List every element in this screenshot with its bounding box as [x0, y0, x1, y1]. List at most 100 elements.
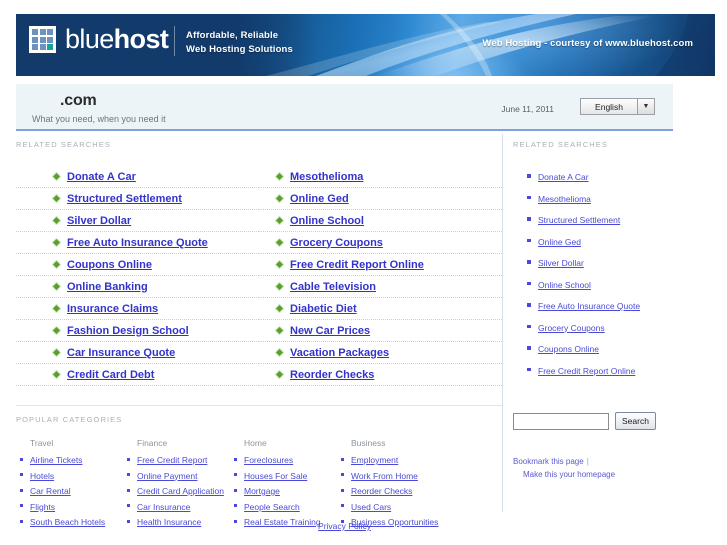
list-item[interactable]: Grocery Coupons	[513, 322, 699, 333]
category-title: Home	[244, 438, 267, 448]
list-item[interactable]: Car Insurance Quote	[16, 342, 259, 364]
list-item[interactable]: Vacation Packages	[259, 342, 502, 364]
related-link[interactable]: Online Ged	[290, 193, 349, 205]
category-link[interactable]: Flights	[30, 502, 55, 512]
related-link[interactable]: Fashion Design School	[67, 325, 189, 337]
related-link[interactable]: New Car Prices	[290, 325, 370, 337]
list-item[interactable]: Work From Home	[337, 470, 444, 481]
list-item[interactable]: Credit Card Application	[123, 485, 230, 496]
search-input[interactable]	[513, 412, 609, 430]
related-link[interactable]: Vacation Packages	[290, 347, 389, 359]
related-link[interactable]: Grocery Coupons	[290, 237, 383, 249]
list-item[interactable]: Airline Tickets	[16, 454, 123, 465]
related-link[interactable]: Car Insurance Quote	[67, 347, 175, 359]
sidebar-link[interactable]: Mesothelioma	[538, 194, 591, 204]
list-item[interactable]: Reorder Checks	[259, 364, 502, 386]
category-link[interactable]: Mortgage	[244, 486, 280, 496]
category-link[interactable]: Free Credit Report	[137, 455, 207, 465]
category-link[interactable]: Car Rental	[30, 486, 71, 496]
list-item[interactable]: Structured Settlement	[16, 188, 259, 210]
related-link[interactable]: Reorder Checks	[290, 369, 374, 381]
list-item[interactable]: Mortgage	[230, 485, 337, 496]
list-item[interactable]: Car Insurance	[123, 501, 230, 512]
related-link[interactable]: Free Auto Insurance Quote	[67, 237, 208, 249]
list-item[interactable]: Reorder Checks	[337, 485, 444, 496]
list-item[interactable]: Free Auto Insurance Quote	[513, 300, 699, 311]
related-link[interactable]: Silver Dollar	[67, 215, 131, 227]
category-link[interactable]: Hotels	[30, 471, 54, 481]
category-link[interactable]: Reorder Checks	[351, 486, 412, 496]
bluehost-logo[interactable]: bluehost	[29, 26, 169, 53]
list-item[interactable]: Free Auto Insurance Quote	[16, 232, 259, 254]
related-link[interactable]: Insurance Claims	[67, 303, 158, 315]
list-item[interactable]: Free Credit Report	[123, 454, 230, 465]
list-item[interactable]: New Car Prices	[259, 320, 502, 342]
list-item[interactable]: Coupons Online	[513, 343, 699, 354]
list-item[interactable]: Silver Dollar	[16, 210, 259, 232]
language-select[interactable]: English ▼	[580, 98, 655, 115]
list-item[interactable]: Used Cars	[337, 501, 444, 512]
list-item[interactable]: Credit Card Debt	[16, 364, 259, 386]
category-link[interactable]: Airline Tickets	[30, 455, 82, 465]
category-link[interactable]: Employment	[351, 455, 398, 465]
related-link[interactable]: Free Credit Report Online	[290, 259, 424, 271]
list-item[interactable]: Free Credit Report Online	[513, 365, 699, 376]
make-homepage-link[interactable]: Make this your homepage	[523, 470, 615, 479]
list-item[interactable]: Grocery Coupons	[259, 232, 502, 254]
list-item[interactable]: Free Credit Report Online	[259, 254, 502, 276]
sidebar-link[interactable]: Online School	[538, 280, 591, 290]
category-link[interactable]: Used Cars	[351, 502, 391, 512]
related-link[interactable]: Credit Card Debt	[67, 369, 154, 381]
category-link[interactable]: Work From Home	[351, 471, 418, 481]
list-item[interactable]: Silver Dollar	[513, 257, 699, 268]
list-item[interactable]: Insurance Claims	[16, 298, 259, 320]
search-button[interactable]: Search	[615, 412, 656, 430]
list-item[interactable]: Online Ged	[513, 236, 699, 247]
related-link[interactable]: Online Banking	[67, 281, 148, 293]
list-item[interactable]: Foreclosures	[230, 454, 337, 465]
sidebar-link[interactable]: Structured Settlement	[538, 215, 620, 225]
related-link[interactable]: Coupons Online	[67, 259, 152, 271]
bookmark-page-link[interactable]: Bookmark this page	[513, 457, 584, 466]
related-link[interactable]: Mesothelioma	[290, 171, 363, 183]
list-item[interactable]: Houses For Sale	[230, 470, 337, 481]
category-link[interactable]: Credit Card Application	[137, 486, 224, 496]
list-item[interactable]: Mesothelioma	[259, 166, 502, 188]
list-item[interactable]: Employment	[337, 454, 444, 465]
sidebar-link[interactable]: Free Credit Report Online	[538, 366, 635, 376]
sidebar-link[interactable]: Grocery Coupons	[538, 323, 605, 333]
sidebar-link[interactable]: Coupons Online	[538, 344, 599, 354]
list-item[interactable]: Online Ged	[259, 188, 502, 210]
privacy-policy-link[interactable]: Privacy Policy	[318, 521, 371, 531]
sidebar-link[interactable]: Donate A Car	[538, 172, 589, 182]
category-link[interactable]: People Search	[244, 502, 300, 512]
list-item[interactable]: Online Payment	[123, 470, 230, 481]
list-item[interactable]: Cable Television	[259, 276, 502, 298]
list-item[interactable]: Fashion Design School	[16, 320, 259, 342]
category-link[interactable]: Car Insurance	[137, 502, 190, 512]
related-link[interactable]: Diabetic Diet	[290, 303, 357, 315]
list-item[interactable]: Online Banking	[16, 276, 259, 298]
related-link[interactable]: Donate A Car	[67, 171, 136, 183]
list-item[interactable]: Online School	[513, 279, 699, 290]
category-link[interactable]: Online Payment	[137, 471, 197, 481]
related-link[interactable]: Online School	[290, 215, 364, 227]
list-item[interactable]: Car Rental	[16, 485, 123, 496]
list-item[interactable]: Hotels	[16, 470, 123, 481]
sidebar-link[interactable]: Online Ged	[538, 237, 581, 247]
list-item[interactable]: Online School	[259, 210, 502, 232]
category-link[interactable]: Foreclosures	[244, 455, 293, 465]
related-link[interactable]: Cable Television	[290, 281, 376, 293]
list-item[interactable]: Structured Settlement	[513, 214, 699, 225]
list-item[interactable]: Donate A Car	[513, 171, 699, 182]
list-item[interactable]: Flights	[16, 501, 123, 512]
list-item[interactable]: Diabetic Diet	[259, 298, 502, 320]
category-link[interactable]: Houses For Sale	[244, 471, 307, 481]
list-item[interactable]: Coupons Online	[16, 254, 259, 276]
list-item[interactable]: People Search	[230, 501, 337, 512]
list-item[interactable]: Donate A Car	[16, 166, 259, 188]
related-link[interactable]: Structured Settlement	[67, 193, 182, 205]
sidebar-link[interactable]: Free Auto Insurance Quote	[538, 301, 640, 311]
sidebar-link[interactable]: Silver Dollar	[538, 258, 584, 268]
list-item[interactable]: Mesothelioma	[513, 193, 699, 204]
